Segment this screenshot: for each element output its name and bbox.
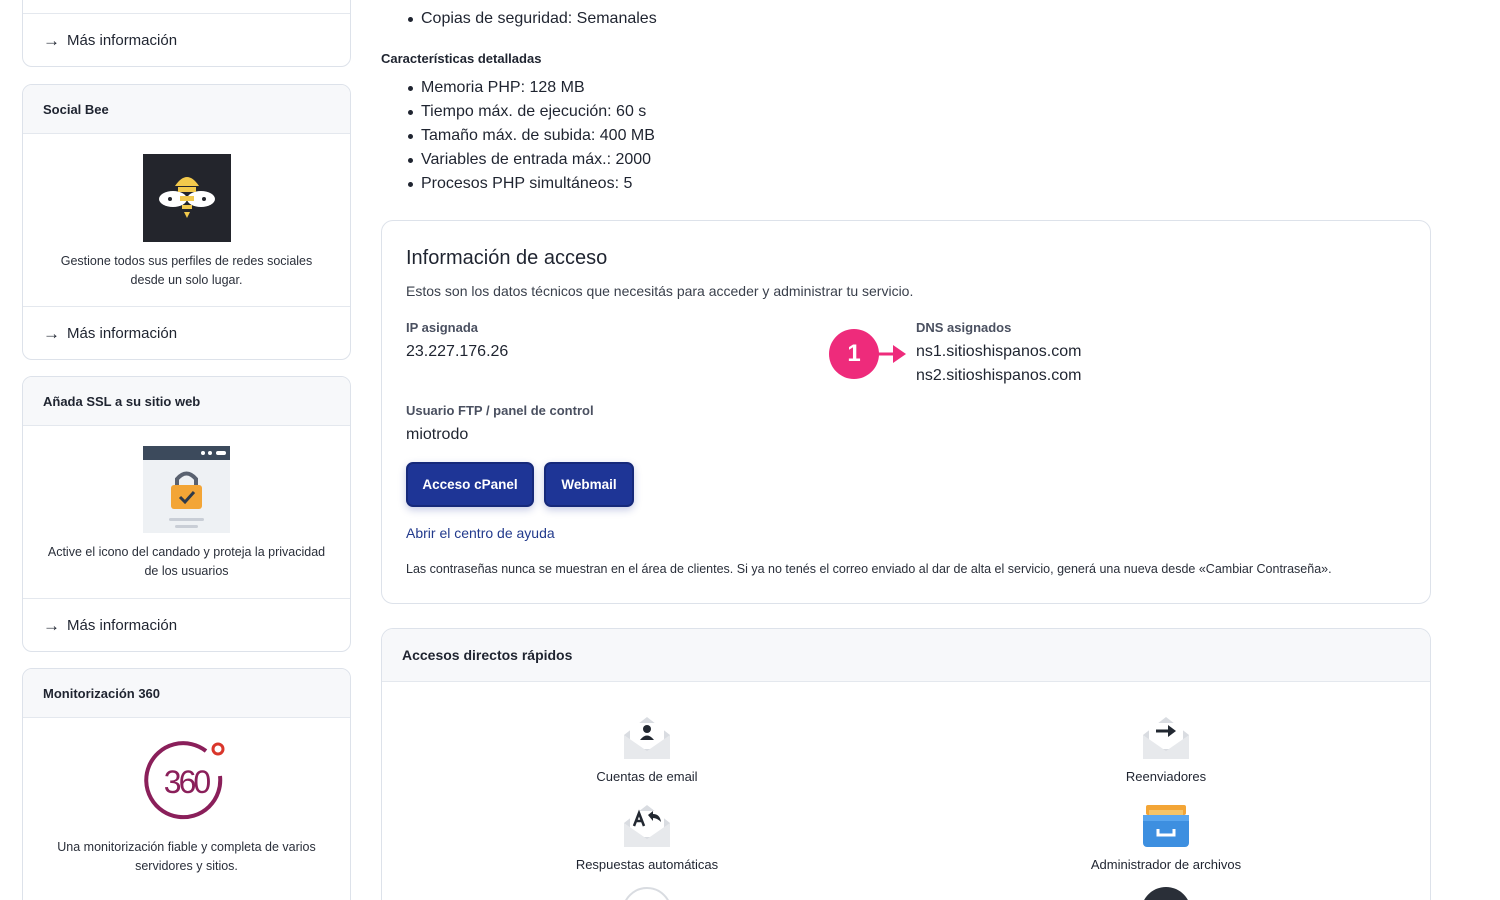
list-item: Copias de seguridad: Semanales [406,7,657,31]
access-title: Información de acceso [406,247,608,269]
access-subtitle: Estos son los datos técnicos que necesit… [406,283,914,299]
bee-logo-icon [142,154,231,242]
quick-item-autoresponders[interactable]: Respuestas automáticas [527,801,767,872]
quick-item-label: Cuentas de email [596,769,698,784]
card-title: Social Bee [23,85,350,134]
card-description: Una monitorización fiable y completa de … [41,838,331,876]
more-info-link[interactable]: → Más información [23,598,350,651]
more-info-link[interactable]: → Más información [23,13,350,66]
password-note: Las contraseñas nunca se muestran en el … [406,562,1332,576]
more-info-link[interactable]: → Más información [23,306,350,359]
ip-label: IP asignada [406,320,479,335]
help-center-link[interactable]: Abrir el centro de ayuda [406,525,555,541]
more-info-label: Más información [67,324,178,342]
details-list: Memoria PHP: 128 MB Tiempo máx. de ejecu… [406,76,655,196]
quick-access-title: Accesos directos rápidos [382,629,1430,682]
monitor-360-icon: 360 [142,738,232,828]
list-item: Tamaño máx. de subida: 400 MB [406,124,655,148]
dns-value-2: ns2.sitioshispanos.com [916,367,1082,384]
quick-item-file-manager[interactable]: Administrador de archivos [1046,801,1286,872]
sidebar-card-social-bee: Social Bee Gestione todos sus perfiles d… [22,84,351,360]
quick-item-label: Reenviadores [1125,769,1207,784]
arrow-right-icon: → [43,323,60,343]
card-description-line: desde un solo lugar. [130,273,243,287]
more-info-label: Más información [67,31,178,49]
card-description: Gestione todos sus perfiles de redes soc… [45,252,329,290]
dns-value-1: ns1.sitioshispanos.com [916,343,1082,360]
quick-item-label: Administrador de archivos [1090,857,1242,872]
webmail-button[interactable]: Webmail [544,462,634,507]
annotation-badge: 1 [829,329,879,379]
sidebar-card-monitor-360: Monitorización 360 360 Una monitorizació… [22,668,351,900]
details-heading: Características detalladas [381,51,542,66]
more-info-label: Más información [67,616,178,634]
arrow-right-icon: → [43,30,60,50]
cpanel-button[interactable]: Acceso cPanel [406,462,534,507]
forwarder-icon [1141,713,1191,763]
quick-item-forwarders[interactable]: Reenviadores [1046,713,1286,784]
email-account-icon [622,713,672,763]
quick-item-label: Respuestas automáticas [575,857,719,872]
quick-item-icon-partial [622,887,672,900]
card-description-line: servidores y sitios. [135,859,238,873]
annotation-arrow-icon [877,345,906,363]
card-description: Active el icono del candado y proteja la… [32,543,341,581]
ip-value: 23.227.176.26 [406,343,509,360]
list-item: Tiempo máx. de ejecución: 60 s [406,100,655,124]
arrow-right-icon: → [43,615,60,635]
file-manager-icon [1141,801,1191,851]
dns-label: DNS asignados [916,320,1012,335]
card-description-line: Una monitorización fiable y completa de … [57,840,316,854]
plan-features-list: Copias de seguridad: Semanales [406,7,657,31]
quick-access-card: Accesos directos rápidos Cuentas de emai… [381,628,1431,900]
sidebar-card-ssl: Añada SSL a su sitio web Active el icono… [22,376,351,652]
list-item: Procesos PHP simultáneos: 5 [406,172,655,196]
svg-text:360: 360 [163,764,210,800]
ftp-label: Usuario FTP / panel de control [406,403,594,418]
card-title: Añada SSL a su sitio web [23,377,350,426]
autoresponder-icon [622,801,672,851]
ssl-lock-icon [143,446,230,533]
sidebar-card-previous: → Más información [22,0,351,67]
card-description-line: Active el icono del candado y proteja la… [47,545,326,559]
list-item: Variables de entrada máx.: 2000 [406,148,655,172]
card-description-line: Gestione todos sus perfiles de redes soc… [60,254,313,268]
ftp-value: miotrodo [406,426,469,443]
list-item: Memoria PHP: 128 MB [406,76,655,100]
card-description-line: de los usuarios [144,564,229,578]
access-info-card: Información de acceso Estos son los dato… [381,220,1431,604]
card-title: Monitorización 360 [23,669,350,718]
quick-item-email-accounts[interactable]: Cuentas de email [527,713,767,784]
quick-item-icon-partial [1141,887,1191,900]
